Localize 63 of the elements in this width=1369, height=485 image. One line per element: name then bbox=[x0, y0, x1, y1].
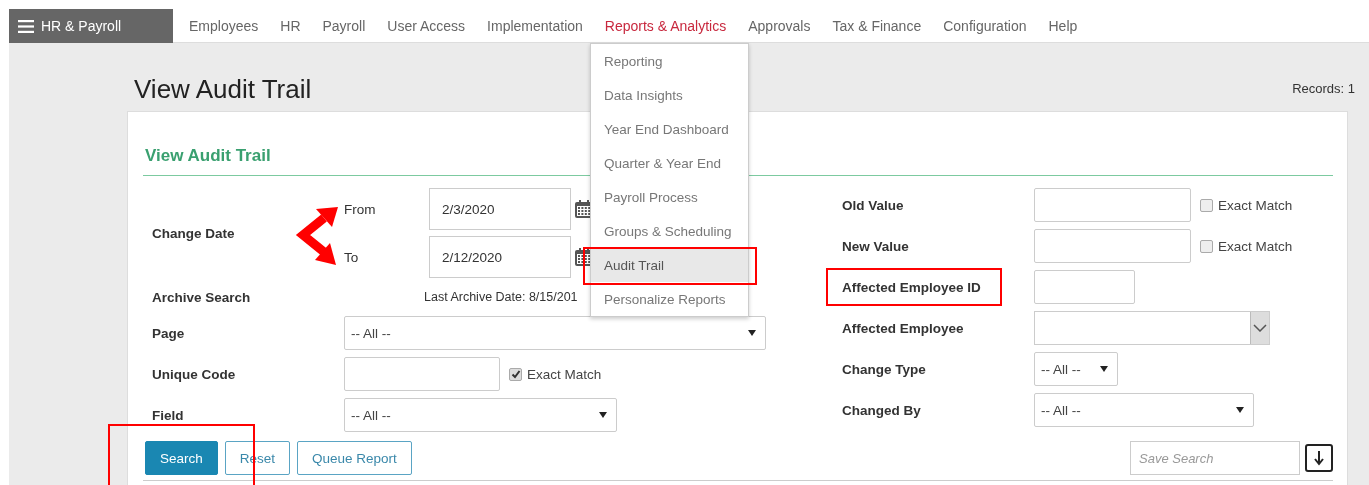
nav-link[interactable]: Help bbox=[1048, 18, 1078, 34]
text-field[interactable] bbox=[1034, 270, 1135, 304]
nav-link[interactable]: Approvals bbox=[748, 18, 811, 34]
nav-link[interactable]: User Access bbox=[387, 18, 466, 34]
nav-link[interactable]: Implementation bbox=[487, 18, 583, 34]
nav-link[interactable]: Reports & Analytics bbox=[604, 18, 727, 34]
menu-item[interactable]: Groups & Scheduling bbox=[591, 214, 748, 248]
checkbox-label: Exact Match bbox=[1218, 197, 1293, 213]
nav-link[interactable]: Payroll bbox=[322, 18, 366, 34]
menu-item[interactable]: Data Insights bbox=[591, 78, 748, 112]
download-button[interactable] bbox=[1305, 444, 1333, 472]
select-field[interactable]: -- All -- bbox=[1034, 352, 1118, 386]
field-label: Change Type bbox=[842, 361, 926, 377]
date-field[interactable]: 2/12/2020 bbox=[429, 236, 571, 278]
checkbox[interactable] bbox=[1200, 239, 1213, 253]
text-field[interactable] bbox=[1034, 229, 1191, 263]
menu-item[interactable]: Quarter & Year End bbox=[591, 146, 748, 180]
brand-menu-button[interactable]: HR & Payroll bbox=[9, 9, 173, 43]
menu-item[interactable]: Payroll Process bbox=[591, 180, 748, 214]
menu-item[interactable]: Year End Dashboard bbox=[591, 112, 748, 146]
search-button[interactable]: Search bbox=[145, 441, 218, 475]
nav-link[interactable]: Configuration bbox=[943, 18, 1027, 34]
nav-link[interactable]: Tax & Finance bbox=[832, 18, 922, 34]
field-label: Field bbox=[152, 407, 184, 423]
checkbox-label: Exact Match bbox=[1218, 238, 1293, 254]
select-field[interactable]: -- All -- bbox=[344, 398, 617, 432]
action-button[interactable]: Queue Report bbox=[297, 441, 412, 475]
caret-icon bbox=[1236, 407, 1244, 413]
archive-date-text: Last Archive Date: 8/15/201 bbox=[424, 290, 578, 304]
field-label: Archive Search bbox=[152, 289, 251, 305]
caret-icon bbox=[599, 412, 607, 418]
menu-item[interactable]: Personalize Reports bbox=[591, 282, 748, 316]
menu-item[interactable]: Reporting bbox=[591, 44, 748, 78]
chevron-icon bbox=[1253, 324, 1267, 332]
date-label: To bbox=[344, 249, 360, 265]
date-label: From bbox=[344, 201, 377, 217]
menu-item[interactable]: Audit Trail bbox=[591, 248, 748, 282]
checkbox[interactable] bbox=[509, 367, 522, 381]
text-field[interactable] bbox=[1034, 188, 1191, 222]
checkbox-label: Exact Match bbox=[527, 366, 602, 382]
caret-icon bbox=[1100, 366, 1108, 372]
menu-icon bbox=[18, 19, 34, 33]
date-field[interactable]: 2/3/2020 bbox=[429, 188, 571, 230]
field-label: Old Value bbox=[842, 197, 904, 213]
field-label: Affected Employee bbox=[842, 320, 964, 336]
records-count: Records: 1 bbox=[1292, 80, 1355, 96]
field-label: Unique Code bbox=[152, 366, 236, 382]
nav-link[interactable]: Employees bbox=[189, 18, 259, 34]
field-label: Affected Employee ID bbox=[842, 279, 981, 295]
download-icon bbox=[1313, 450, 1325, 466]
combo-field[interactable] bbox=[1034, 311, 1270, 345]
save-search-field[interactable]: Save Search bbox=[1130, 441, 1300, 475]
field-label: Change Date bbox=[152, 225, 235, 241]
text-field[interactable] bbox=[344, 357, 500, 391]
select-field[interactable]: -- All -- bbox=[344, 316, 766, 350]
select-field[interactable]: -- All -- bbox=[1034, 393, 1254, 427]
caret-icon bbox=[748, 330, 756, 336]
nav-link[interactable]: HR bbox=[280, 18, 301, 34]
field-label: New Value bbox=[842, 238, 909, 254]
field-label: Changed By bbox=[842, 402, 921, 418]
checkbox[interactable] bbox=[1200, 198, 1213, 212]
page-title: View Audit Trail bbox=[133, 74, 312, 104]
field-label: Page bbox=[152, 325, 185, 341]
